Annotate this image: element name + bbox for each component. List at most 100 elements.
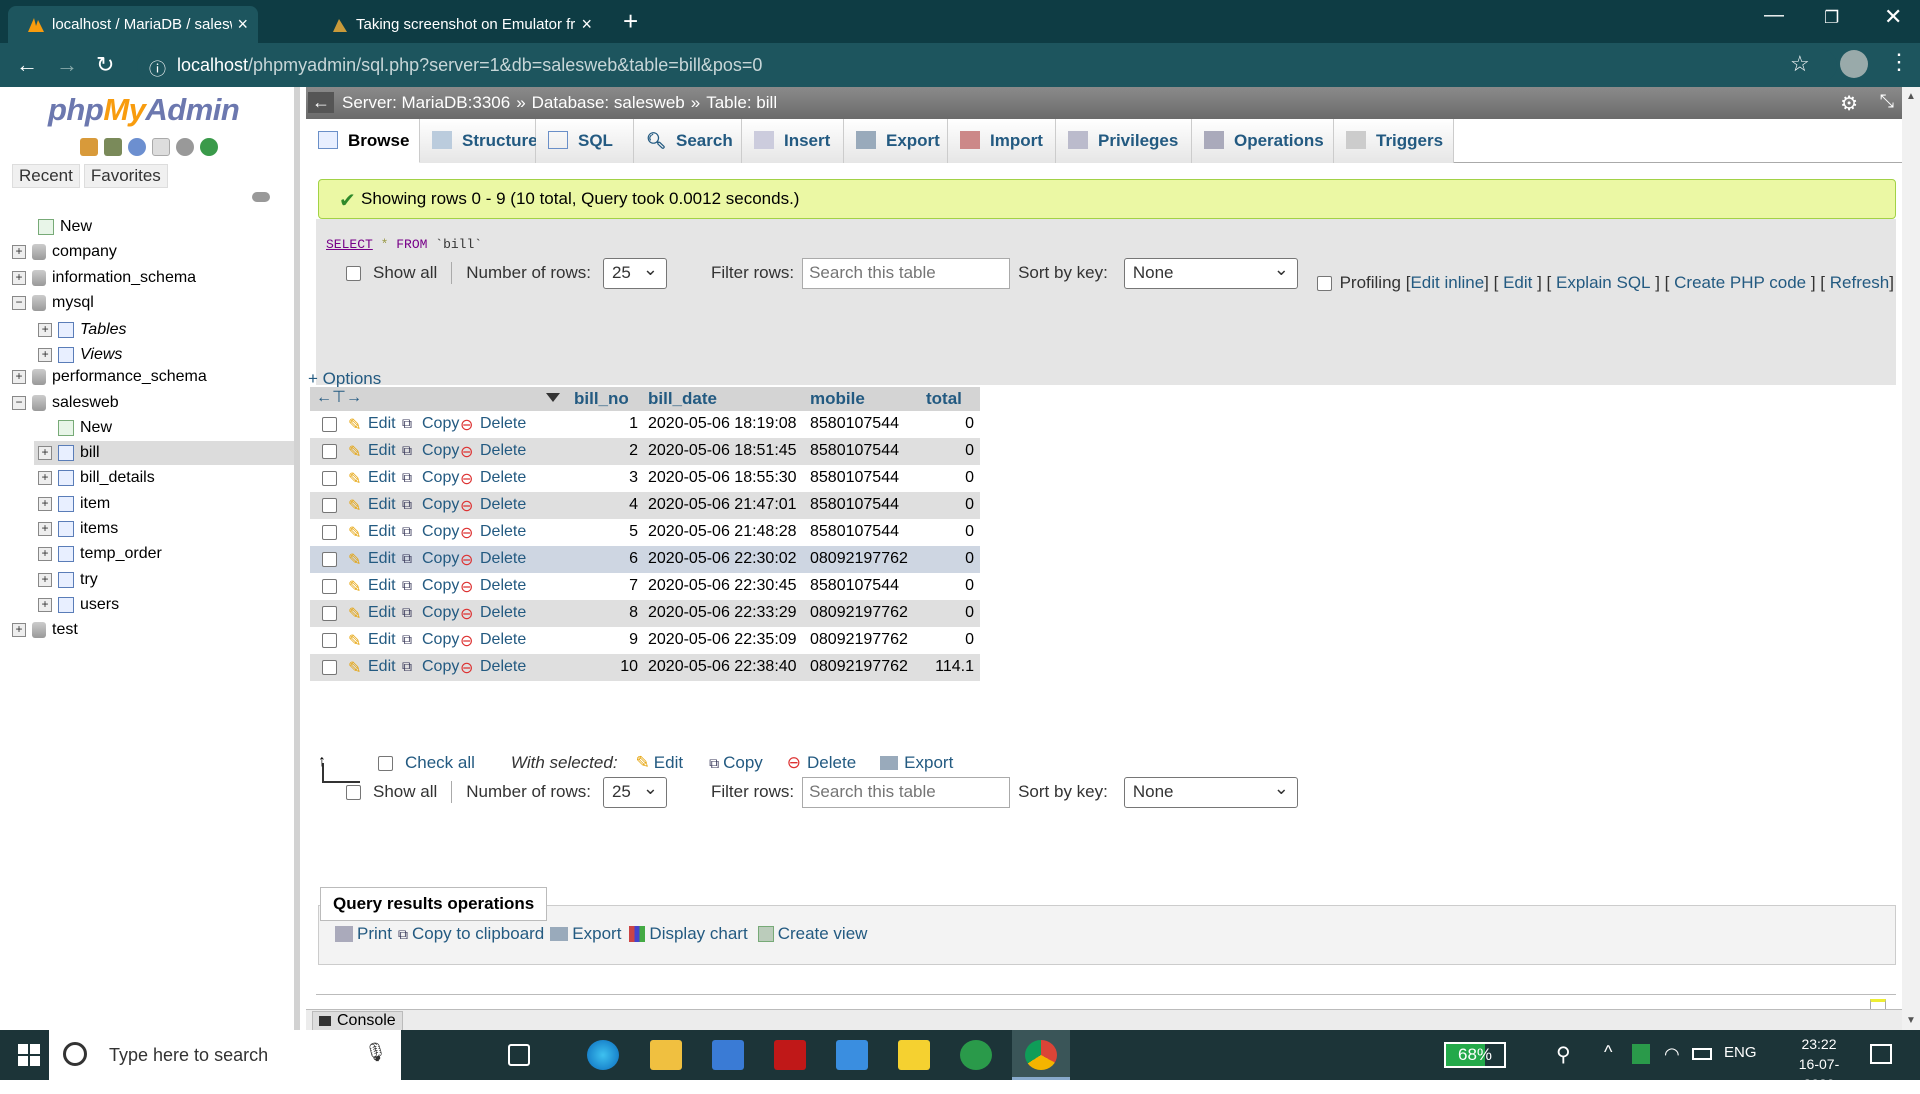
restore-icon[interactable]: ❐: [1824, 8, 1839, 28]
row-checkbox[interactable]: [322, 417, 337, 432]
expand-icon[interactable]: +: [38, 323, 52, 337]
tab-structure[interactable]: Structure: [420, 119, 538, 163]
row-delete-link[interactable]: Delete: [480, 415, 526, 433]
chrome-taskbar-button[interactable]: [1012, 1030, 1070, 1080]
tab-import[interactable]: Import: [948, 119, 1056, 163]
row-checkbox[interactable]: [322, 471, 337, 486]
row-copy-link[interactable]: Copy: [422, 604, 459, 622]
row-delete-link[interactable]: Delete: [480, 577, 526, 595]
tree-item-bill-details[interactable]: + bill_details: [38, 466, 155, 490]
file-explorer-icon[interactable]: [650, 1040, 682, 1070]
row-copy-link[interactable]: Copy: [422, 631, 459, 649]
show-hidden-icons-icon[interactable]: ^: [1604, 1042, 1612, 1063]
row-copy-link[interactable]: Copy: [422, 496, 459, 514]
show-all-checkbox[interactable]: [346, 265, 361, 281]
scroll-up-icon[interactable]: ▲: [1906, 91, 1916, 102]
browser-tab-emulator[interactable]: Taking screenshot on Emulator fr ×: [312, 6, 602, 43]
scroll-down-icon[interactable]: ▼: [1906, 1015, 1916, 1026]
expand-icon[interactable]: +: [38, 573, 52, 587]
explain-sql-link[interactable]: Explain SQL: [1556, 273, 1651, 293]
recent-tab[interactable]: Recent: [12, 164, 80, 188]
reload-icon[interactable]: ↻: [96, 52, 114, 78]
tree-item-try[interactable]: + try: [38, 568, 98, 592]
table-row[interactable]: ✎ Edit ⧉ Copy ⊖ Delete 10 2020-05-06 22:38:40 08…: [310, 654, 980, 681]
forward-icon[interactable]: →: [56, 52, 78, 78]
edge-browser-icon[interactable]: [587, 1040, 619, 1070]
tree-item-bill[interactable]: + bill: [34, 441, 294, 465]
tree-item-salesweb[interactable]: − salesweb: [12, 391, 119, 415]
row-delete-link[interactable]: Delete: [480, 523, 526, 541]
close-tab-icon[interactable]: ×: [581, 14, 592, 35]
tab-triggers[interactable]: Triggers: [1334, 119, 1454, 163]
tree-item-company[interactable]: + company: [12, 240, 117, 264]
row-edit-link[interactable]: Edit: [368, 658, 396, 676]
show-all-checkbox-bottom[interactable]: [346, 784, 361, 800]
table-row[interactable]: ✎ Edit ⧉ Copy ⊖ Delete 8 2020-05-06 22:33:29 080…: [310, 600, 980, 627]
collapse-icon[interactable]: −: [12, 296, 26, 310]
taskbar-search-box[interactable]: Type here to search 🎙︎: [49, 1030, 401, 1080]
export-link[interactable]: Export: [572, 924, 621, 944]
info-icon[interactable]: ⓘ: [149, 55, 166, 80]
row-checkbox[interactable]: [322, 579, 337, 594]
display-chart-link[interactable]: Display chart: [649, 924, 747, 944]
reload-navigation-icon[interactable]: [200, 138, 218, 156]
people-icon[interactable]: ⚲: [1556, 1042, 1571, 1067]
tree-item-users[interactable]: + users: [38, 593, 119, 617]
browser-menu-icon[interactable]: ⋮: [1888, 49, 1910, 75]
column-header-bill-no[interactable]: bill_no: [568, 387, 642, 411]
settings-gear-icon[interactable]: [176, 138, 194, 156]
row-delete-link[interactable]: Delete: [480, 550, 526, 568]
number-of-rows-select[interactable]: 25: [602, 257, 667, 289]
table-row[interactable]: ✎ Edit ⧉ Copy ⊖ Delete 5 2020-05-06 21:48:28 858…: [310, 519, 980, 546]
tab-insert[interactable]: Insert: [742, 119, 844, 163]
close-window-icon[interactable]: ✕: [1884, 4, 1902, 30]
sort-by-key-select[interactable]: None: [1123, 257, 1298, 289]
notifications-icon[interactable]: [1870, 1044, 1892, 1064]
expand-icon[interactable]: +: [38, 497, 52, 511]
row-edit-link[interactable]: Edit: [368, 523, 396, 541]
tree-item-test[interactable]: + test: [12, 618, 78, 642]
sticky-notes-icon[interactable]: [898, 1040, 930, 1070]
favorites-tab[interactable]: Favorites: [83, 164, 168, 188]
row-checkbox[interactable]: [322, 552, 337, 567]
task-view-icon[interactable]: [508, 1044, 530, 1066]
check-all-checkbox[interactable]: [378, 755, 393, 771]
options-link[interactable]: + Options: [308, 369, 381, 389]
close-tab-icon[interactable]: ×: [237, 14, 248, 35]
collapse-nav-icon[interactable]: ←: [308, 92, 334, 113]
row-copy-link[interactable]: Copy: [422, 550, 459, 568]
tab-operations[interactable]: Operations: [1192, 119, 1334, 163]
expand-icon[interactable]: +: [12, 271, 26, 285]
battery-indicator[interactable]: 68%: [1444, 1042, 1506, 1068]
new-tab-button[interactable]: +: [623, 6, 638, 37]
row-checkbox[interactable]: [322, 606, 337, 621]
windows-start-icon[interactable]: [18, 1044, 40, 1066]
row-copy-link[interactable]: Copy: [422, 523, 459, 541]
row-edit-link[interactable]: Edit: [368, 496, 396, 514]
clock[interactable]: 23:22 16-07-2020: [1784, 1034, 1854, 1094]
expand-icon[interactable]: +: [38, 446, 52, 460]
row-delete-link[interactable]: Delete: [480, 604, 526, 622]
filter-rows-input[interactable]: Search this table: [802, 257, 1011, 289]
table-row[interactable]: ✎ Edit ⧉ Copy ⊖ Delete 1 2020-05-06 18:19:08 858…: [310, 411, 980, 438]
row-checkbox[interactable]: [322, 498, 337, 513]
edit-link[interactable]: Edit: [1503, 273, 1532, 293]
tree-item-information-schema[interactable]: + information_schema: [12, 266, 196, 290]
table-row[interactable]: ✎ Edit ⧉ Copy ⊖ Delete 2 2020-05-06 18:51:45 858…: [310, 438, 980, 465]
expand-icon[interactable]: +: [38, 522, 52, 536]
expand-icon[interactable]: +: [12, 623, 26, 637]
console-button[interactable]: Console: [312, 1011, 403, 1031]
column-header-total[interactable]: total: [916, 387, 980, 411]
url-field[interactable]: ⓘ localhost/phpmyadmin/sql.php?server=1&…: [137, 49, 1837, 82]
logout-icon[interactable]: [104, 138, 122, 156]
bookmark-star-icon[interactable]: ☆: [1790, 51, 1810, 77]
bulk-delete-button[interactable]: Delete: [807, 753, 856, 773]
tab-sql[interactable]: SQL: [536, 119, 634, 163]
tab-export[interactable]: Export: [844, 119, 948, 163]
collapse-icon[interactable]: −: [12, 396, 26, 410]
sql-query-text[interactable]: SELECT * FROM `bill`: [326, 237, 482, 252]
column-header-bill-date[interactable]: bill_date: [642, 387, 804, 411]
profile-avatar[interactable]: [1840, 50, 1868, 78]
bulk-edit-button[interactable]: Edit: [654, 753, 683, 773]
browser-tab-phpmyadmin[interactable]: localhost / MariaDB / salesweb / ×: [8, 6, 258, 43]
